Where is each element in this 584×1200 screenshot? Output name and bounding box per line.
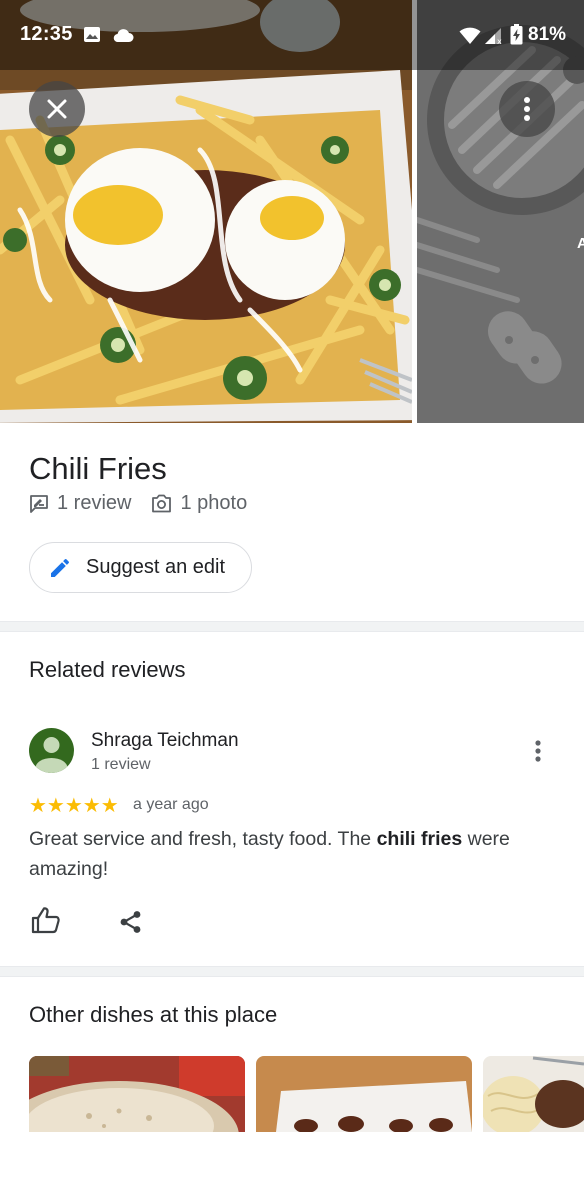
avatar[interactable] [29, 728, 74, 773]
dish-card-photo [483, 1056, 584, 1132]
dish-card-photo [29, 1056, 245, 1132]
dish-card[interactable] [256, 1056, 472, 1132]
person-icon [35, 737, 68, 773]
cloud-icon [113, 29, 134, 42]
reviewer-review-count: 1 review [91, 756, 151, 773]
section-divider [0, 966, 584, 977]
dish-card-photo [256, 1056, 472, 1132]
pencil-icon [51, 558, 70, 577]
review-text-start: Great service and fresh, tasty food. The [29, 828, 377, 850]
thumb-up-icon[interactable] [31, 906, 61, 934]
wifi-icon [459, 27, 481, 44]
dish-card[interactable] [483, 1056, 584, 1132]
battery-percent: 81% [528, 24, 567, 45]
suggest-edit-label: Suggest an edit [86, 556, 225, 578]
more-vert-icon [524, 97, 530, 121]
status-time: 12:35 [20, 23, 73, 45]
more-options-button[interactable] [499, 81, 555, 137]
star-rating: ★★★★★ [29, 795, 120, 815]
dish-title: Chili Fries [29, 451, 167, 486]
signal-icon: x [485, 28, 502, 45]
reviewer-name[interactable]: Shraga Teichman [91, 730, 239, 752]
rating-stars: ★★★★★ [29, 793, 119, 817]
review-count[interactable]: 1 review [29, 492, 131, 515]
photo-count-label: 1 photo [180, 492, 248, 514]
review-text-highlight: chili fries [376, 828, 463, 850]
review-text: Great service and fresh, tasty food. The… [29, 824, 549, 884]
section-divider [0, 621, 584, 632]
svg-text:x: x [497, 37, 502, 45]
review-more-icon[interactable] [524, 737, 552, 765]
close-icon [47, 99, 67, 119]
other-dishes-heading: Other dishes at this place [29, 1002, 278, 1027]
svg-text:A: A [577, 235, 584, 252]
review-time: a year ago [133, 796, 209, 813]
related-reviews-heading: Related reviews [29, 657, 186, 682]
close-button[interactable] [29, 81, 85, 137]
share-icon[interactable] [119, 910, 143, 934]
status-bar: 12:35 x 81% [0, 0, 584, 70]
image-icon [84, 27, 100, 42]
photo-count[interactable]: 1 photo [151, 492, 247, 515]
dish-card[interactable] [29, 1056, 245, 1132]
camera-icon [152, 494, 172, 513]
review-icon [30, 494, 48, 513]
suggest-edit-button[interactable]: Suggest an edit [29, 542, 252, 593]
dish-meta-row: 1 review 1 photo [29, 492, 267, 515]
review-count-label: 1 review [57, 492, 132, 514]
battery-icon [510, 24, 523, 45]
